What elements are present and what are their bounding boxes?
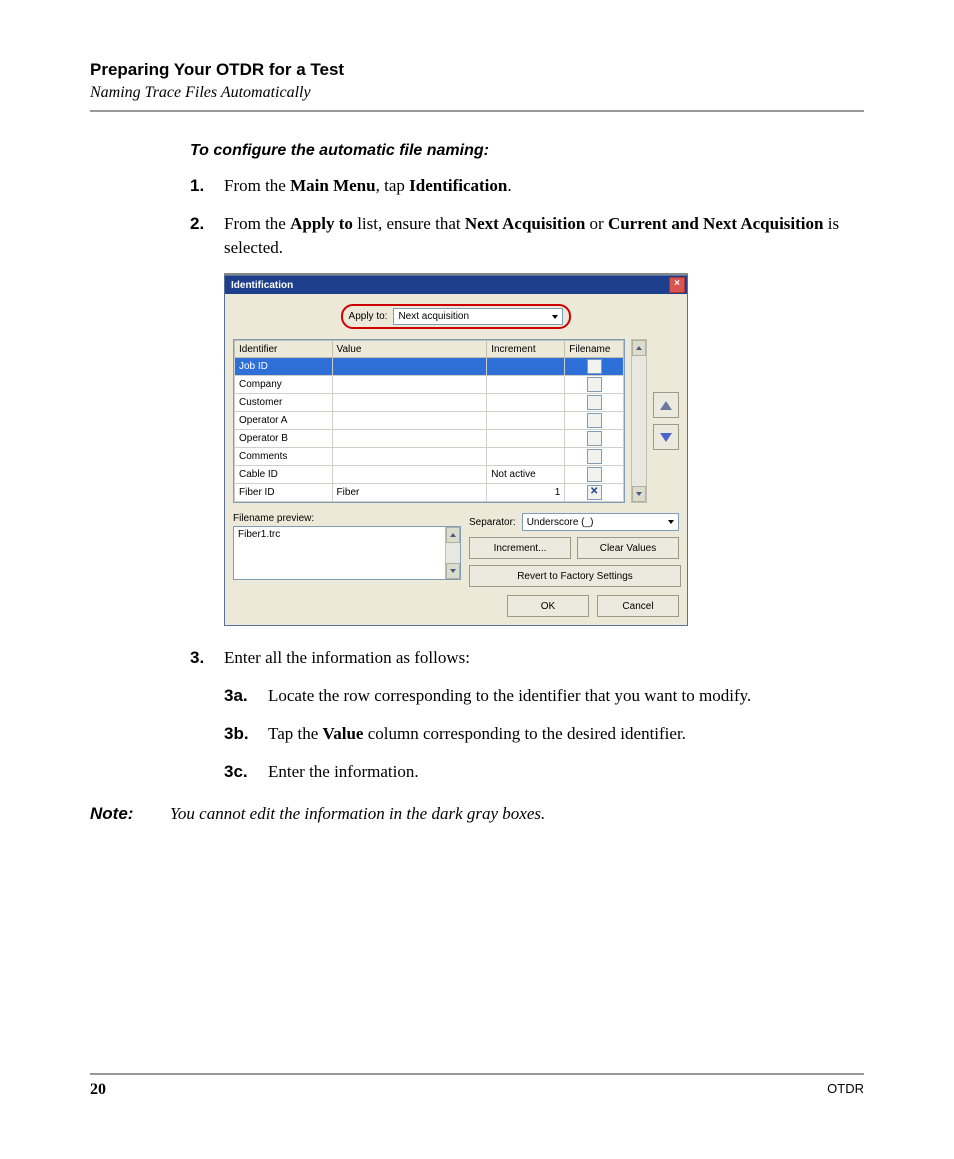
scroll-down-icon[interactable]: [632, 486, 646, 502]
separator-dropdown[interactable]: Underscore (_): [522, 513, 679, 531]
apply-to-label: Apply to:: [349, 311, 388, 322]
checkbox[interactable]: [587, 377, 602, 392]
substep-number: 3b.: [224, 722, 268, 746]
scroll-up-icon[interactable]: [632, 340, 646, 356]
header-divider: [90, 110, 864, 112]
step-number: 1.: [190, 174, 224, 198]
grid-scrollbar[interactable]: [631, 339, 647, 503]
step-number: 3.: [190, 646, 224, 670]
col-increment[interactable]: Increment: [487, 341, 565, 358]
checkbox[interactable]: [587, 449, 602, 464]
step-number: 2.: [190, 212, 224, 260]
col-filename[interactable]: Filename: [565, 341, 624, 358]
ok-button[interactable]: OK: [507, 595, 589, 617]
table-row[interactable]: Comments: [235, 448, 624, 466]
preview-box: Fiber1.trc: [233, 526, 461, 580]
dialog-titlebar: Identification ×: [225, 276, 687, 294]
step-text: From the Apply to list, ensure that Next…: [224, 212, 864, 260]
page-number: 20: [90, 1081, 106, 1099]
close-icon[interactable]: ×: [669, 277, 685, 293]
substep-text: Enter the information.: [268, 760, 419, 784]
step-3: 3. Enter all the information as follows:: [190, 646, 864, 670]
dialog-title: Identification: [231, 280, 669, 291]
checkbox[interactable]: [587, 467, 602, 482]
move-up-button[interactable]: [653, 392, 679, 418]
chapter-title: Preparing Your OTDR for a Test: [90, 60, 864, 80]
chevron-down-icon: [668, 520, 674, 524]
preview-value: Fiber1.trc: [234, 527, 460, 542]
page-footer: 20 OTDR: [90, 1073, 864, 1099]
step-1: 1. From the Main Menu, tap Identificatio…: [190, 174, 864, 198]
substep-text: Locate the row corresponding to the iden…: [268, 684, 751, 708]
move-down-button[interactable]: [653, 424, 679, 450]
table-row[interactable]: Operator B: [235, 430, 624, 448]
table-row[interactable]: Company: [235, 376, 624, 394]
checkbox[interactable]: [587, 395, 602, 410]
note-text: You cannot edit the information in the d…: [170, 804, 545, 824]
step-2: 2. From the Apply to list, ensure that N…: [190, 212, 864, 260]
checkbox[interactable]: [587, 485, 602, 500]
chevron-down-icon: [552, 315, 558, 319]
checkbox[interactable]: [587, 413, 602, 428]
dialog-screenshot: Identification × Apply to: Next acquisit…: [224, 273, 688, 626]
section-title: Naming Trace Files Automatically: [90, 84, 864, 102]
step-text: From the Main Menu, tap Identification.: [224, 174, 512, 198]
revert-button[interactable]: Revert to Factory Settings: [469, 565, 681, 587]
substep-number: 3c.: [224, 760, 268, 784]
note-label: Note:: [90, 804, 170, 824]
apply-to-highlight: Apply to: Next acquisition: [341, 304, 572, 329]
note: Note: You cannot edit the information in…: [90, 804, 864, 824]
apply-to-dropdown[interactable]: Next acquisition: [393, 308, 563, 325]
identifier-grid[interactable]: Identifier Value Increment Filename Job …: [233, 339, 625, 503]
table-row[interactable]: Fiber IDFiber1: [235, 484, 624, 502]
separator-label: Separator:: [469, 517, 516, 528]
substep-3b: 3b. Tap the Value column corresponding t…: [224, 722, 864, 746]
preview-label: Filename preview:: [233, 513, 461, 524]
procedure-title: To configure the automatic file naming:: [190, 142, 864, 160]
arrow-down-icon: [660, 433, 672, 442]
arrow-up-icon: [660, 401, 672, 410]
preview-scrollbar[interactable]: [445, 527, 460, 579]
clear-values-button[interactable]: Clear Values: [577, 537, 679, 559]
table-header-row: Identifier Value Increment Filename: [235, 341, 624, 358]
increment-button[interactable]: Increment...: [469, 537, 571, 559]
substep-number: 3a.: [224, 684, 268, 708]
substep-3a: 3a. Locate the row corresponding to the …: [224, 684, 864, 708]
step-text: Enter all the information as follows:: [224, 646, 470, 670]
substep-text: Tap the Value column corresponding to th…: [268, 722, 686, 746]
col-identifier[interactable]: Identifier: [235, 341, 333, 358]
table-row[interactable]: Job ID: [235, 358, 624, 376]
checkbox[interactable]: [587, 359, 602, 374]
table-row[interactable]: Cable IDNot active: [235, 466, 624, 484]
checkbox[interactable]: [587, 431, 602, 446]
footer-divider: [90, 1073, 864, 1075]
table-row[interactable]: Customer: [235, 394, 624, 412]
cancel-button[interactable]: Cancel: [597, 595, 679, 617]
col-value[interactable]: Value: [332, 341, 487, 358]
table-row[interactable]: Operator A: [235, 412, 624, 430]
substep-3c: 3c. Enter the information.: [224, 760, 864, 784]
product-name: OTDR: [827, 1081, 864, 1099]
